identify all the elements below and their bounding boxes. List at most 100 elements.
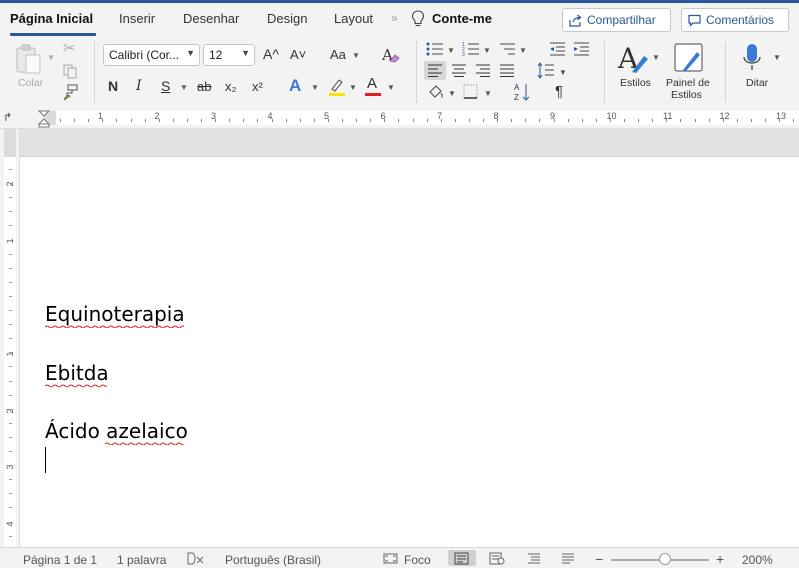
lightbulb-icon[interactable]: [411, 10, 425, 28]
decrease-indent-icon[interactable]: [549, 41, 566, 56]
horizontal-ruler[interactable]: ↱ 1 2 3 4 5 6 7 8 9 10 11 12 13: [0, 108, 799, 129]
page-count[interactable]: Página 1 de 1: [23, 553, 97, 567]
font-name-select[interactable]: Calibri (Cor... ▼: [103, 44, 200, 66]
comments-button[interactable]: Comentários: [681, 8, 789, 32]
show-formatting-marks-button[interactable]: ¶: [555, 83, 563, 100]
change-case-dropdown-icon[interactable]: ▼: [352, 51, 360, 60]
bullets-dropdown-icon[interactable]: ▼: [447, 46, 455, 55]
paste-icon[interactable]: [14, 42, 44, 76]
shading-dropdown-icon[interactable]: ▼: [448, 89, 456, 98]
cut-icon[interactable]: ✂: [63, 39, 76, 57]
increase-indent-icon[interactable]: [573, 41, 590, 56]
font-color-dropdown-icon[interactable]: ▼: [387, 83, 395, 92]
ruler-track: 1 2 3 4 5 6 7 8 9 10 11 12 13: [44, 111, 799, 125]
styles-label: Estilos: [620, 77, 651, 89]
tab-insert[interactable]: Inserir: [119, 11, 155, 26]
zoom-out-button[interactable]: −: [595, 551, 603, 567]
ruler-tick: [186, 119, 188, 122]
spelling-error-underline: [45, 325, 184, 328]
word-count[interactable]: 1 palavra: [117, 553, 166, 567]
underline-dropdown-icon[interactable]: ▼: [180, 83, 188, 92]
tab-home[interactable]: Página Inicial: [10, 11, 93, 26]
document-page[interactable]: [20, 157, 799, 547]
print-layout-icon[interactable]: [454, 552, 469, 565]
vertical-ruler-tick: [9, 281, 12, 283]
text-cursor: [45, 447, 46, 473]
zoom-level[interactable]: 200%: [742, 553, 773, 567]
page-top-margin-area: [20, 129, 799, 157]
numbering-dropdown-icon[interactable]: ▼: [483, 46, 491, 55]
draft-view-icon[interactable]: [561, 552, 575, 565]
borders-dropdown-icon[interactable]: ▼: [484, 89, 492, 98]
zoom-in-button[interactable]: +: [716, 551, 724, 567]
web-layout-icon[interactable]: [489, 552, 505, 565]
justify-icon[interactable]: [499, 64, 515, 77]
subscript-button[interactable]: x₂: [225, 79, 237, 94]
sort-icon[interactable]: AZ: [513, 82, 531, 102]
multilevel-dropdown-icon[interactable]: ▼: [519, 46, 527, 55]
ruler-tick: [102, 119, 104, 122]
ruler-tick: [624, 119, 625, 122]
tab-draw[interactable]: Desenhar: [183, 11, 239, 26]
outline-view-icon[interactable]: [527, 552, 541, 565]
ruler-tick: [652, 119, 654, 122]
tab-tell-me[interactable]: Conte-me: [432, 11, 492, 26]
focus-icon[interactable]: [383, 553, 398, 564]
bold-button[interactable]: N: [108, 78, 118, 94]
font-color-button[interactable]: A: [364, 75, 382, 97]
grow-font-button[interactable]: A^: [263, 46, 279, 62]
tab-layout[interactable]: Layout: [334, 11, 373, 26]
multilevel-list-icon[interactable]: [498, 41, 516, 57]
vertical-ruler-tick: [9, 169, 12, 170]
vertical-ruler-number: 4: [5, 521, 15, 527]
font-size-value: 12: [209, 48, 223, 62]
change-case-button[interactable]: Aa: [330, 47, 346, 62]
font-size-select[interactable]: 12 ▼: [203, 44, 255, 66]
superscript-button[interactable]: x²: [252, 79, 263, 94]
styles-pane-icon[interactable]: [673, 42, 705, 74]
text-effects-button[interactable]: A: [289, 76, 301, 96]
more-tabs-chevron-icon[interactable]: »: [391, 11, 398, 25]
svg-text:3: 3: [462, 52, 465, 57]
format-painter-icon[interactable]: [62, 84, 79, 101]
highlight-icon[interactable]: [328, 77, 346, 97]
underline-button[interactable]: S: [161, 78, 170, 94]
tab-design[interactable]: Design: [267, 11, 307, 26]
microphone-icon[interactable]: [742, 43, 762, 73]
tab-selector-icon[interactable]: ↱: [3, 111, 12, 124]
align-right-icon[interactable]: [475, 64, 491, 77]
styles-dropdown-icon[interactable]: ▼: [652, 53, 660, 62]
ruler-tick: [680, 119, 682, 122]
share-button[interactable]: Compartilhar: [562, 8, 671, 32]
line-spacing-dropdown-icon[interactable]: ▼: [559, 68, 567, 77]
proofing-icon[interactable]: [187, 552, 205, 565]
borders-icon[interactable]: [463, 84, 478, 99]
document-line[interactable]: Ebitda: [45, 361, 109, 385]
focus-label[interactable]: Foco: [404, 553, 431, 567]
share-icon: [569, 14, 582, 27]
paste-dropdown-icon[interactable]: ▼: [47, 53, 55, 62]
copy-icon[interactable]: [62, 63, 78, 79]
zoom-slider-thumb[interactable]: [658, 553, 671, 565]
dictate-dropdown-icon[interactable]: ▼: [773, 53, 781, 62]
text-effects-dropdown-icon[interactable]: ▼: [311, 83, 319, 92]
line-spacing-icon[interactable]: [537, 62, 555, 79]
strikethrough-button[interactable]: ab: [197, 79, 211, 94]
vertical-ruler-tick: [9, 253, 12, 255]
highlight-dropdown-icon[interactable]: ▼: [349, 83, 357, 92]
vertical-ruler-tick: [9, 479, 12, 481]
shading-icon[interactable]: [428, 84, 444, 100]
document-line[interactable]: Ácido azelaico: [45, 419, 188, 443]
align-center-icon[interactable]: [451, 64, 467, 77]
numbering-icon[interactable]: 123: [462, 41, 480, 57]
indent-markers-icon[interactable]: [38, 110, 50, 128]
bullets-icon[interactable]: [426, 41, 444, 57]
clear-formatting-icon[interactable]: A: [381, 45, 401, 65]
italic-button[interactable]: I: [136, 78, 142, 94]
styles-icon[interactable]: A: [617, 42, 651, 74]
language[interactable]: Português (Brasil): [225, 553, 321, 567]
document-line[interactable]: Equinoterapia: [45, 302, 185, 326]
ruler-tick: [454, 119, 456, 122]
shrink-font-button[interactable]: A˅: [290, 47, 306, 62]
align-left-icon[interactable]: [427, 64, 443, 77]
